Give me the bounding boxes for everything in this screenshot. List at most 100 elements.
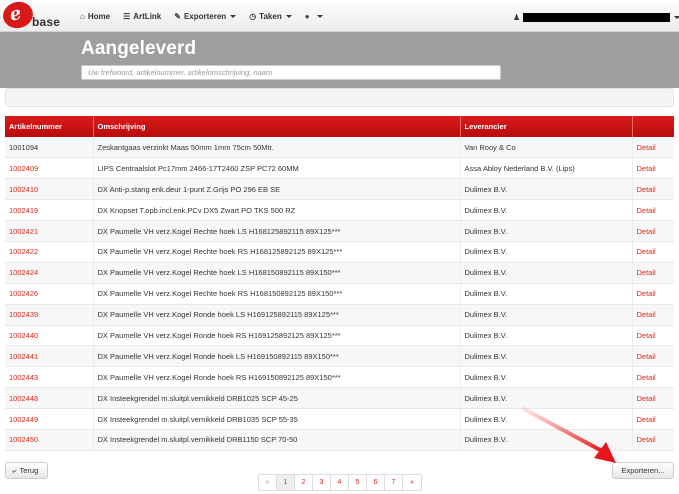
pagination-page-5[interactable]: 5 (349, 475, 367, 490)
table-row: 1002426 DX Paumelle VH verz.Kogel Rechte … (5, 283, 674, 305)
pagination-page-4[interactable]: 4 (331, 475, 349, 490)
pagination-page-6[interactable]: 6 (367, 475, 385, 490)
detail-link[interactable]: Detail (632, 366, 674, 389)
supplier-name: Dulimex B.V. (460, 366, 633, 389)
article-number-link[interactable]: 1002422 (5, 241, 94, 263)
back-arrow-icon: ⤶ (12, 465, 17, 475)
user-name-redacted (523, 12, 671, 22)
detail-link[interactable]: Detail (632, 199, 674, 222)
detail-link[interactable]: Detail (632, 325, 674, 347)
column-header-actions (632, 116, 674, 137)
nav-item-settings[interactable]: ● (305, 12, 323, 21)
back-button-label: Terug (19, 466, 39, 475)
table-row: 1002422 DX Paumelle VH verz.Kogel Rechte … (5, 241, 674, 263)
detail-link[interactable]: Detail (632, 220, 674, 242)
detail-link[interactable]: Detail (632, 137, 674, 159)
detail-link[interactable]: Detail (632, 283, 674, 305)
article-number-link[interactable]: 1002449 (5, 408, 94, 430)
back-button[interactable]: ⤶ Terug (5, 462, 48, 479)
article-description: DX Insteekgrendel m.sluitpl.vernikkeld D… (93, 429, 461, 451)
detail-link[interactable]: Detail (632, 157, 674, 180)
table-row: 1002419 DX Knopset T.opb.incl.enk.PCv DX5… (5, 199, 674, 222)
article-description: Zeskantgaas verzinkt Maas 50mm 1mm 75cm … (93, 137, 461, 159)
nav-item-label: Exporteren (183, 11, 227, 21)
user-menu[interactable]: ♟ (513, 12, 679, 22)
article-number-link[interactable]: 1002410 (5, 178, 94, 201)
table-row: 1002439 DX Paumelle VH verz.Kogel Ronde h… (5, 304, 674, 326)
supplier-name: Assa Abloy Nederland B.V. (Lips) (460, 157, 633, 180)
ezbase-logo[interactable]: e base (0, 0, 61, 32)
article-number-link[interactable]: 1002424 (5, 262, 94, 284)
article-number-link[interactable]: 1002419 (5, 199, 94, 222)
chevron-down-icon (230, 14, 237, 18)
article-description: DX Paumelle VH verz.Kogel Rechte hoek RS… (93, 283, 461, 305)
pagination-page-7[interactable]: 7 (385, 475, 403, 490)
article-description: DX Paumelle VH verz.Kogel Ronde hoek LS … (93, 345, 461, 368)
detail-link[interactable]: Detail (632, 387, 674, 410)
detail-link[interactable]: Detail (632, 304, 674, 326)
nav-item-home[interactable]: ⌂ Home (80, 12, 110, 21)
page-header: Aangeleverd (0, 32, 679, 88)
pagination-page-2[interactable]: 2 (295, 475, 313, 490)
nav-item-artlink[interactable]: ☰ ArtLink (123, 12, 161, 21)
article-number-link[interactable]: 1002409 (5, 157, 94, 180)
supplier-name: Dulimex B.V. (460, 283, 633, 305)
article-description: DX Paumelle VH verz.Kogel Rechte hoek LS… (93, 220, 461, 242)
supplier-name: Dulimex B.V. (460, 262, 633, 284)
table-row: 1002409 LIPS Centraalslot Pc17mm 2466-17T… (5, 157, 674, 180)
nav-item-label: Taken (259, 11, 282, 21)
search-input[interactable] (81, 65, 501, 80)
red-arrow-annotation (522, 407, 616, 463)
article-number-link[interactable]: 1002440 (5, 325, 94, 347)
supplier-name: Dulimex B.V. (460, 325, 633, 347)
detail-link[interactable]: Detail (632, 241, 674, 263)
article-number-link[interactable]: 1002441 (5, 345, 94, 368)
chevron-down-icon (316, 14, 323, 18)
table-header-row: Artikelnummer Omschrijving Leverancier (5, 116, 674, 137)
detail-link[interactable]: Detail (632, 408, 674, 430)
table-row: 1002441 DX Paumelle VH verz.Kogel Ronde h… (5, 345, 674, 368)
clock-icon: ◷ (249, 11, 257, 21)
column-header-omschrijving[interactable]: Omschrijving (93, 116, 461, 137)
pagination-next[interactable]: » (403, 475, 421, 490)
article-description: DX Paumelle VH verz.Kogel Ronde hoek LS … (93, 304, 461, 326)
home-icon: ⌂ (80, 11, 85, 21)
supplier-name: Dulimex B.V. (460, 220, 633, 242)
export-button-label: Exporteren... (621, 466, 665, 475)
nav-item-exporteren[interactable]: ✎ Exporteren (174, 11, 237, 21)
pagination: «1 2 3 4 5 6 7» (258, 474, 422, 491)
nav-item-taken[interactable]: ◷ Taken (249, 12, 292, 21)
article-description: DX Knopset T.opb.incl.enk.PCv DX5 Zwart … (93, 199, 461, 222)
logo-text: base (32, 15, 61, 29)
detail-link[interactable]: Detail (632, 345, 674, 368)
list-icon: ☰ (123, 11, 131, 21)
pagination-prev[interactable]: « (259, 475, 277, 490)
article-number-link[interactable]: 1002439 (5, 304, 94, 326)
detail-link[interactable]: Detail (632, 262, 674, 284)
article-description: DX Insteekgrendel m.sluitpl.vernikkeld D… (93, 408, 461, 430)
pagination-page-3[interactable]: 3 (313, 475, 331, 490)
user-icon: ♟ (513, 12, 521, 22)
detail-link[interactable]: Detail (632, 429, 674, 451)
nav-item-label: ArtLink (133, 11, 162, 21)
export-button[interactable]: Exporteren... (612, 462, 674, 479)
page-title: Aangeleverd (81, 38, 197, 59)
chevron-down-icon (674, 15, 679, 19)
column-header-artikelnummer[interactable]: Artikelnummer (5, 116, 94, 137)
detail-link[interactable]: Detail (632, 178, 674, 201)
article-description: DX Paumelle VH verz.Kogel Ronde hoek RS … (93, 366, 461, 389)
article-number-link[interactable]: 1002421 (5, 220, 94, 242)
article-description: DX Anti-p.stang enk.deur 1-punt Z.Grijs … (93, 178, 461, 201)
pagination-page-1[interactable]: 1 (277, 475, 295, 490)
settings-icon: ● (304, 11, 310, 21)
main-nav: ⌂ Home ☰ ArtLink ✎ Exporteren ◷ Taken ● (80, 0, 336, 32)
article-number-link[interactable]: 1002450 (5, 429, 94, 451)
column-header-leverancier[interactable]: Leverancier (460, 116, 633, 137)
article-description: DX Paumelle VH verz.Kogel Ronde hoek RS … (93, 325, 461, 347)
article-number-link[interactable]: 1002426 (5, 283, 94, 305)
table-row: 1002424 DX Paumelle VH verz.Kogel Rechte … (5, 262, 674, 284)
article-number-link[interactable]: 1002448 (5, 387, 94, 410)
article-description: DX Insteekgrendel m.sluitpl.vernikkeld D… (93, 387, 461, 410)
article-number-link[interactable]: 1002443 (5, 366, 94, 389)
top-navbar: e base ⌂ Home ☰ ArtLink ✎ Exporteren ◷ Taken ● ♟ (0, 0, 679, 32)
